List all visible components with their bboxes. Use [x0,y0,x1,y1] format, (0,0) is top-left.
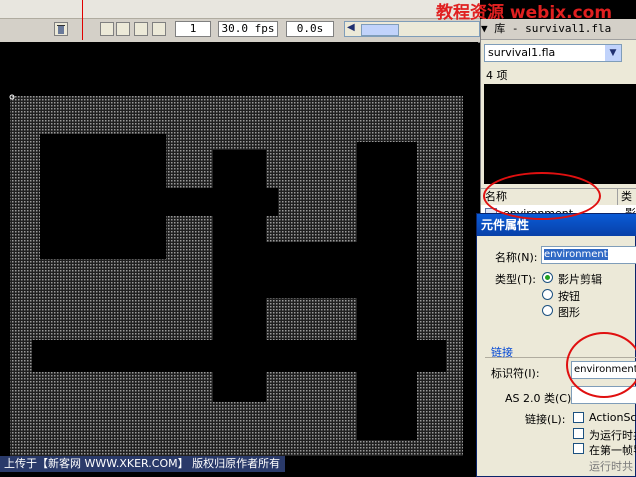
library-title[interactable]: ▼ 库 - survival1.fla [481,19,636,40]
linkage-label: 链接(L): [525,413,566,426]
name-label: 名称(N): [495,251,538,264]
timeline-scrollbar[interactable]: ◀ [344,21,480,37]
onion-skin-icon[interactable] [116,22,130,36]
center-frame-icon[interactable] [100,22,114,36]
current-frame: 1 [175,21,211,37]
scroll-left-icon[interactable]: ◀ [347,22,355,33]
symbol-name-value: environment [544,249,608,260]
type-button-label: 按钮 [558,290,580,303]
export-first-frame-label: 在第一帧导 [589,444,636,457]
onion-outline-icon[interactable] [134,22,148,36]
timeline-ruler[interactable] [0,0,480,19]
import-runtime-label: 运行时共 [589,460,633,473]
type-label: 类型(T): [495,273,537,286]
as2-class-label: AS 2.0 类(C): [505,392,575,405]
identifier-label: 标识符(I): [491,367,540,380]
export-first-frame-checkbox[interactable] [573,443,584,454]
annotation-circle-identifier [566,332,636,398]
environment-maze [9,94,463,459]
elapsed-time: 0.0s [286,21,334,37]
type-movieclip-label: 影片剪辑 [558,273,602,286]
edit-frames-icon[interactable] [152,22,166,36]
export-runtime-label: 为运行时共 [589,429,636,442]
library-preview [484,84,636,184]
symbol-name-input[interactable]: environment [541,246,636,264]
type-button-radio[interactable] [542,289,553,300]
type-movieclip-radio[interactable] [542,272,553,283]
export-actionscript-checkbox[interactable] [573,412,584,423]
library-document-select[interactable]: survival1.fla ▼ [484,44,622,62]
timeline-toolbar: 1 30.0 fps 0.0s ◀ [0,0,480,43]
export-runtime-checkbox[interactable] [573,428,584,439]
library-document-value: survival1.fla [488,46,556,59]
linkage-group-title: 链接 [491,346,513,359]
export-actionscript-label: ActionSc [589,411,636,424]
type-graphic-label: 图形 [558,306,580,319]
trash-icon[interactable] [54,22,68,36]
frame-rate: 30.0 fps [218,21,278,37]
playhead[interactable] [82,0,83,40]
upload-caption: 上传于【新客网 WWW.XKER.COM】 版权归原作者所有 [0,456,285,472]
chevron-down-icon[interactable]: ▼ [605,45,621,61]
library-item-count: 4 项 [486,69,508,82]
stage[interactable] [0,42,478,459]
annotation-circle-library [483,172,601,220]
scroll-thumb[interactable] [361,24,399,36]
type-graphic-radio[interactable] [542,305,553,316]
